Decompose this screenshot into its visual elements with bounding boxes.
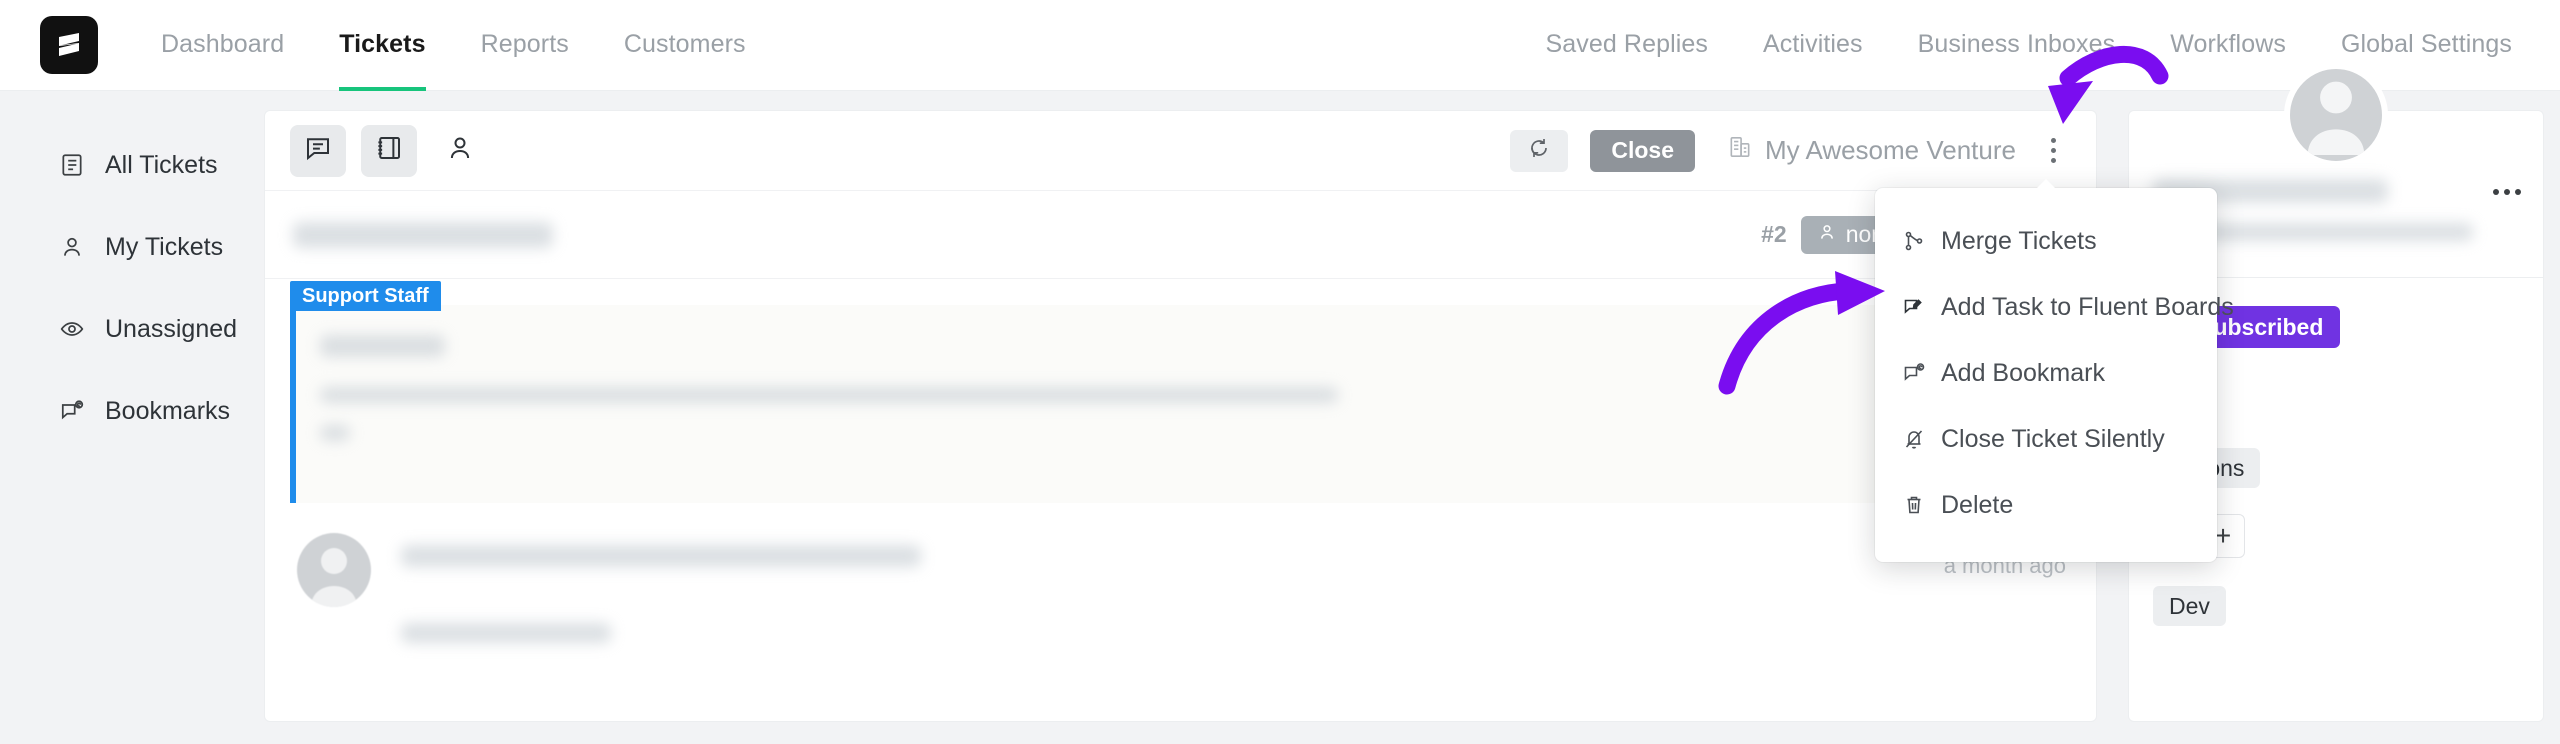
primary-nav: Dashboard Tickets Reports Customers bbox=[161, 0, 801, 91]
ticket-title-redacted bbox=[293, 221, 553, 248]
nav-global-settings-label: Global Settings bbox=[2340, 29, 2512, 58]
nav-workflows[interactable]: Workflows bbox=[2170, 0, 2286, 91]
person-icon bbox=[58, 233, 86, 261]
sidebar-item-bookmarks[interactable]: Bookmarks bbox=[0, 389, 264, 433]
dot bbox=[2493, 189, 2499, 195]
menu-item-merge-tickets[interactable]: Merge Tickets bbox=[1875, 208, 2217, 274]
message-card: Support Staff bbox=[290, 281, 2066, 503]
dot bbox=[2515, 189, 2521, 195]
notebook-icon bbox=[374, 133, 404, 168]
kebab-dot bbox=[2050, 148, 2056, 153]
view-conversation-button[interactable] bbox=[290, 124, 346, 177]
avatar-placeholder-icon bbox=[311, 548, 357, 607]
business-inbox-selector[interactable]: My Awesome Venture bbox=[1727, 134, 2016, 167]
menu-item-add-bookmark-label: Add Bookmark bbox=[1941, 358, 2105, 387]
sidebar-item-my-tickets-label: My Tickets bbox=[105, 232, 224, 261]
logo-glyph bbox=[59, 33, 79, 56]
chat-bubble-icon bbox=[303, 133, 333, 168]
ticket-header-row: #2 normal bbox=[265, 191, 2096, 279]
more-vertical-icon[interactable] bbox=[2040, 130, 2066, 172]
sidebar-item-bookmarks-label: Bookmarks bbox=[105, 396, 231, 425]
menu-item-close-silently-label: Close Ticket Silently bbox=[1941, 424, 2165, 453]
nav-activities-label: Activities bbox=[1763, 29, 1863, 58]
nav-workflows-label: Workflows bbox=[2170, 29, 2286, 58]
menu-item-add-bookmark[interactable]: Add Bookmark bbox=[1875, 340, 2217, 406]
fluent-support-logo[interactable] bbox=[40, 16, 98, 74]
nav-dashboard-label: Dashboard bbox=[161, 29, 285, 58]
avatar bbox=[297, 533, 371, 607]
sidebar-item-my-tickets[interactable]: My Tickets bbox=[0, 225, 264, 269]
nav-tickets[interactable]: Tickets bbox=[339, 0, 425, 91]
tags-row: Dev bbox=[2129, 558, 2543, 626]
menu-item-add-task-to-fluent-boards[interactable]: Add Task to Fluent Boards bbox=[1875, 274, 2234, 340]
close-ticket-button[interactable]: Close bbox=[1590, 129, 1695, 172]
sidebar-item-unassigned[interactable]: Unassigned bbox=[0, 307, 264, 351]
person-icon bbox=[1817, 221, 1837, 248]
nav-dashboard[interactable]: Dashboard bbox=[161, 0, 284, 91]
dot bbox=[2504, 189, 2510, 195]
nav-customers[interactable]: Customers bbox=[624, 0, 746, 91]
view-customer-button[interactable] bbox=[432, 125, 488, 177]
nav-saved-replies[interactable]: Saved Replies bbox=[1546, 0, 1709, 91]
nav-activities[interactable]: Activities bbox=[1763, 0, 1863, 91]
building-icon bbox=[1727, 134, 1753, 167]
trash-icon bbox=[1901, 492, 1927, 518]
refresh-button[interactable] bbox=[1510, 129, 1569, 172]
comment-item: a month ago bbox=[265, 503, 2096, 643]
menu-item-close-ticket-silently[interactable]: Close Ticket Silently bbox=[1875, 406, 2217, 472]
bookmark-chat-icon bbox=[58, 397, 86, 425]
ticket-toolbar: Close My Awesome Venture bbox=[265, 111, 2096, 191]
nav-business-inboxes-label: Business Inboxes bbox=[1917, 29, 2116, 58]
menu-item-merge-tickets-label: Merge Tickets bbox=[1941, 226, 2097, 255]
nav-reports[interactable]: Reports bbox=[481, 0, 569, 91]
sidebar-item-unassigned-label: Unassigned bbox=[105, 314, 238, 343]
nav-saved-replies-label: Saved Replies bbox=[1545, 29, 1709, 58]
menu-item-delete[interactable]: Delete bbox=[1875, 472, 2217, 538]
top-navigation-bar: Dashboard Tickets Reports Customers Save… bbox=[0, 0, 2560, 91]
comment-text-redacted bbox=[401, 623, 611, 643]
message-thread: Support Staff bbox=[265, 279, 2096, 503]
comment-body bbox=[371, 533, 1944, 643]
list-document-icon bbox=[58, 151, 86, 179]
ticket-main-panel: Close My Awesome Venture #2 Support Staf… bbox=[264, 110, 2097, 722]
app-root: Dashboard Tickets Reports Customers Save… bbox=[0, 0, 2560, 744]
tag-chip-dev[interactable]: Dev bbox=[2153, 586, 2226, 626]
sidebar-item-all-tickets[interactable]: All Tickets bbox=[0, 143, 264, 187]
ticket-actions-dropdown: Merge Tickets Add Task to Fluent Boards … bbox=[1875, 179, 2234, 562]
more-horizontal-icon[interactable] bbox=[2493, 189, 2521, 195]
message-author-redacted bbox=[320, 335, 445, 357]
left-sidebar: All Tickets My Tickets Unassigned Bookma… bbox=[0, 91, 264, 744]
nav-customers-label: Customers bbox=[623, 29, 746, 58]
sidebar-item-all-tickets-label: All Tickets bbox=[105, 150, 218, 179]
nav-reports-label: Reports bbox=[480, 29, 569, 58]
ticket-id-label: #2 bbox=[1761, 221, 1787, 247]
view-notes-button[interactable] bbox=[361, 124, 417, 177]
business-name-label: My Awesome Venture bbox=[1765, 135, 2016, 165]
kebab-dot bbox=[2050, 158, 2056, 163]
menu-item-add-task-label: Add Task to Fluent Boards bbox=[1941, 292, 2234, 321]
message-body-line-redacted bbox=[320, 387, 1338, 403]
support-staff-badge: Support Staff bbox=[290, 281, 441, 311]
bell-off-icon bbox=[1901, 426, 1927, 452]
eye-icon bbox=[58, 315, 86, 343]
comment-author-redacted bbox=[401, 545, 921, 567]
refresh-icon bbox=[1527, 136, 1551, 165]
bookmark-chat-icon bbox=[1901, 360, 1927, 386]
kebab-dot bbox=[2050, 138, 2056, 143]
message-body-line-redacted bbox=[320, 425, 350, 441]
menu-item-delete-label: Delete bbox=[1941, 490, 2014, 519]
toolbar-right-group: Close My Awesome Venture bbox=[1510, 129, 2066, 172]
nav-business-inboxes[interactable]: Business Inboxes bbox=[1918, 0, 2116, 91]
merge-icon bbox=[1901, 228, 1927, 254]
nav-tickets-label: Tickets bbox=[339, 29, 426, 58]
task-edit-icon bbox=[1901, 294, 1927, 320]
person-outline-icon bbox=[445, 133, 475, 168]
